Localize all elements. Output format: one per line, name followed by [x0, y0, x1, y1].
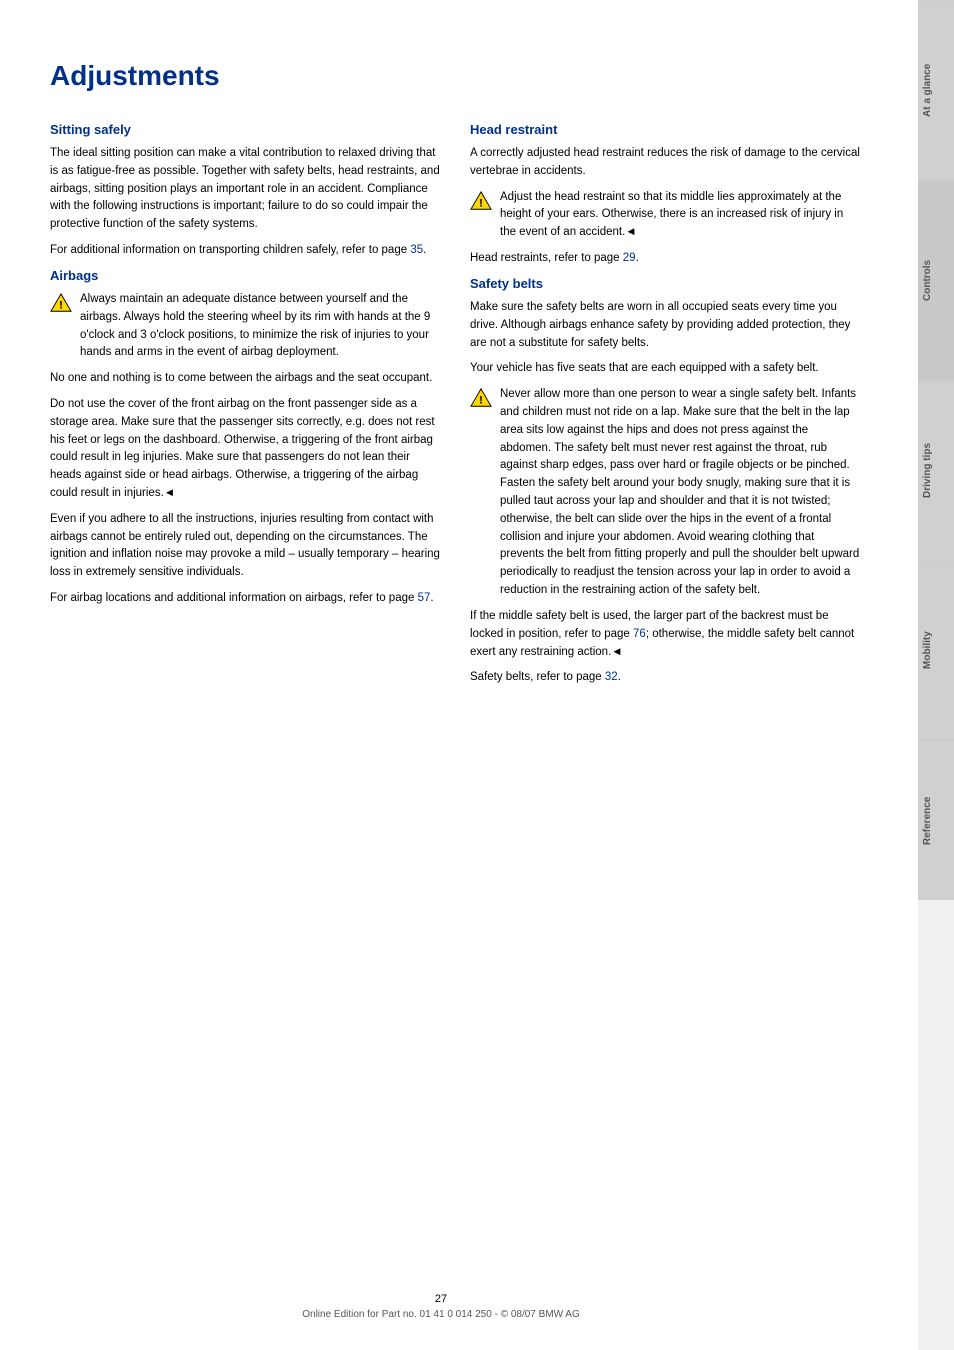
right-column: Head restraint A correctly adjusted head…	[470, 122, 860, 695]
page29-link[interactable]: 29	[623, 252, 636, 264]
head-restraint-section: Head restraint A correctly adjusted head…	[470, 122, 860, 268]
airbags-section: Airbags ! Always maintain an adequate di…	[50, 268, 440, 608]
page-footer: 27 Online Edition for Part no. 01 41 0 0…	[0, 1293, 882, 1320]
sidebar-label-reference: Reference	[922, 796, 933, 844]
svg-text:!: !	[479, 197, 483, 209]
left-column: Sitting safely The ideal sitting positio…	[50, 122, 440, 695]
sidebar-label-controls: Controls	[922, 260, 933, 301]
page57-link[interactable]: 57	[418, 592, 431, 604]
safety-belts-heading: Safety belts	[470, 276, 860, 291]
sitting-safely-additional: For additional information on transporti…	[50, 242, 440, 260]
page76-link[interactable]: 76	[633, 628, 646, 640]
warning-triangle-icon-2: !	[470, 190, 492, 212]
airbags-ref: For airbag locations and additional info…	[50, 590, 440, 608]
head-restraint-warning1: ! Adjust the head restraint so that its …	[470, 189, 860, 242]
safety-belts-ref: Safety belts, refer to page 32.	[470, 669, 860, 687]
sidebar-item-controls[interactable]: Controls	[918, 180, 954, 380]
airbags-text1: No one and nothing is to come between th…	[50, 370, 440, 388]
sidebar-label-driving-tips: Driving tips	[922, 443, 933, 498]
page-title: Adjustments	[50, 60, 868, 92]
safety-belts-text1: Your vehicle has five seats that are eac…	[470, 360, 860, 378]
page-number: 27	[0, 1293, 882, 1305]
safety-belts-intro: Make sure the safety belts are worn in a…	[470, 299, 860, 352]
warning-triangle-icon: !	[50, 292, 72, 314]
two-column-layout: Sitting safely The ideal sitting positio…	[50, 122, 868, 695]
sidebar-label-mobility: Mobility	[922, 632, 933, 670]
sidebar-item-mobility[interactable]: Mobility	[918, 560, 954, 740]
airbags-text3: Even if you adhere to all the instructio…	[50, 511, 440, 582]
airbags-heading: Airbags	[50, 268, 440, 283]
sidebar-item-reference[interactable]: Reference	[918, 740, 954, 900]
svg-text:!: !	[479, 395, 483, 407]
page32-link[interactable]: 32	[605, 671, 618, 683]
sitting-safely-section: Sitting safely The ideal sitting positio…	[50, 122, 440, 260]
safety-belts-warning1-text: Never allow more than one person to wear…	[500, 386, 860, 600]
head-restraint-ref: Head restraints, refer to page 29.	[470, 250, 860, 268]
safety-belts-section: Safety belts Make sure the safety belts …	[470, 276, 860, 687]
main-content: Adjustments Sitting safely The ideal sit…	[0, 0, 918, 1350]
sidebar-label-at-a-glance: At a glance	[922, 64, 933, 117]
sidebar-item-driving-tips[interactable]: Driving tips	[918, 380, 954, 560]
safety-belts-warning1: ! Never allow more than one person to we…	[470, 386, 860, 600]
head-restraint-warning1-text: Adjust the head restraint so that its mi…	[500, 189, 860, 242]
airbags-warning1-text: Always maintain an adequate distance bet…	[80, 291, 440, 362]
page35-link[interactable]: 35	[410, 244, 423, 256]
sidebar: At a glance Controls Driving tips Mobili…	[918, 0, 954, 1350]
safety-belts-text2: If the middle safety belt is used, the l…	[470, 608, 860, 661]
sitting-safely-intro: The ideal sitting position can make a vi…	[50, 145, 440, 234]
footer-text: Online Edition for Part no. 01 41 0 014 …	[0, 1309, 882, 1320]
svg-text:!: !	[59, 299, 63, 311]
warning-triangle-icon-3: !	[470, 387, 492, 409]
sitting-safely-heading: Sitting safely	[50, 122, 440, 137]
airbags-warning1: ! Always maintain an adequate distance b…	[50, 291, 440, 362]
head-restraint-heading: Head restraint	[470, 122, 860, 137]
sidebar-item-at-a-glance[interactable]: At a glance	[918, 0, 954, 180]
airbags-text2: Do not use the cover of the front airbag…	[50, 396, 440, 503]
head-restraint-intro: A correctly adjusted head restraint redu…	[470, 145, 860, 181]
